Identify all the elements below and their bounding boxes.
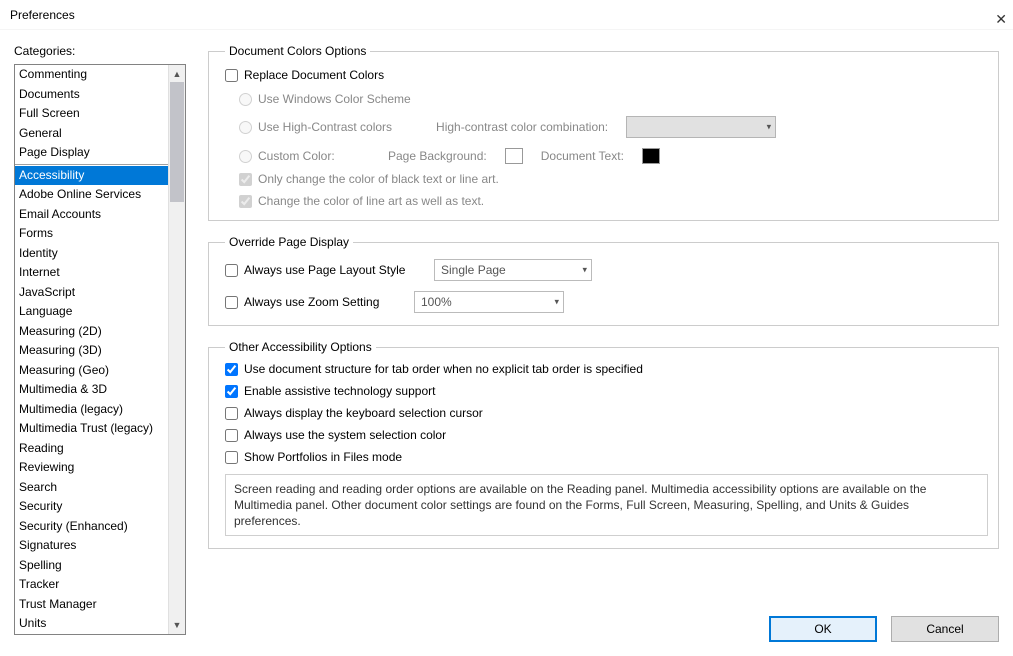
category-item[interactable]: Measuring (3D) [15,341,168,361]
category-item[interactable]: Reviewing [15,458,168,478]
preferences-dialog: Preferences ✕ Categories: CommentingDocu… [0,0,1013,656]
close-icon[interactable]: ✕ [995,4,1007,34]
use-windows-scheme-radio[interactable] [239,93,252,106]
dialog-body: Categories: CommentingDocumentsFull Scre… [0,30,1013,600]
scroll-down-icon[interactable]: ▼ [169,617,185,634]
category-item[interactable]: Adobe Online Services [15,185,168,205]
category-item[interactable]: Commenting [15,65,168,85]
use-high-contrast-radio[interactable] [239,121,252,134]
change-lineart-checkbox[interactable] [239,195,252,208]
replace-document-colors-label: Replace Document Colors [244,68,384,82]
use-doc-structure-checkbox[interactable] [225,363,238,376]
category-item[interactable]: Multimedia (legacy) [15,400,168,420]
category-item[interactable]: General [15,124,168,144]
chevron-down-icon: ▾ [767,122,772,133]
show-portfolios-label: Show Portfolios in Files mode [244,450,402,464]
show-portfolios-checkbox[interactable] [225,451,238,464]
category-item[interactable]: Tracker [15,575,168,595]
high-contrast-combo[interactable]: ▾ [626,116,776,138]
only-black-text-checkbox[interactable] [239,173,252,186]
enable-assistive-checkbox[interactable] [225,385,238,398]
categories-listbox-wrap: CommentingDocumentsFull ScreenGeneralPag… [14,64,186,635]
category-item[interactable]: Identity [15,244,168,264]
replace-document-colors-checkbox[interactable] [225,69,238,82]
use-windows-scheme-label: Use Windows Color Scheme [258,92,411,106]
category-separator [15,164,168,165]
use-high-contrast-label: Use High-Contrast colors [258,120,392,134]
custom-color-label: Custom Color: [258,149,348,163]
chevron-down-icon: ▾ [582,265,587,276]
category-item[interactable]: Reading [15,439,168,459]
category-item[interactable]: Multimedia & 3D [15,380,168,400]
enable-assistive-label: Enable assistive technology support [244,384,435,398]
category-item[interactable]: Measuring (2D) [15,322,168,342]
window-title: Preferences [10,8,75,22]
keyboard-cursor-checkbox[interactable] [225,407,238,420]
chevron-down-icon: ▾ [554,297,559,308]
document-text-swatch[interactable] [642,148,660,164]
titlebar: Preferences ✕ [0,0,1013,30]
category-item[interactable]: Units [15,614,168,634]
page-background-swatch[interactable] [505,148,523,164]
category-item[interactable]: JavaScript [15,283,168,303]
category-item[interactable]: Accessibility [15,166,168,186]
custom-color-radio[interactable] [239,150,252,163]
always-zoom-checkbox[interactable] [225,296,238,309]
use-doc-structure-label: Use document structure for tab order whe… [244,362,643,376]
other-legend: Other Accessibility Options [225,340,376,354]
system-selection-color-checkbox[interactable] [225,429,238,442]
scroll-thumb[interactable] [170,82,184,202]
always-layout-label: Always use Page Layout Style [244,263,434,277]
document-colors-group: Document Colors Options Replace Document… [208,44,999,221]
categories-listbox[interactable]: CommentingDocumentsFull ScreenGeneralPag… [15,65,168,634]
zoom-value: 100% [421,295,452,309]
dialog-footer: OK Cancel [769,616,999,642]
settings-panel: Document Colors Options Replace Document… [208,44,999,600]
page-background-label: Page Background: [388,149,487,163]
keyboard-cursor-label: Always display the keyboard selection cu… [244,406,483,420]
always-layout-checkbox[interactable] [225,264,238,277]
scroll-track[interactable] [169,82,185,617]
category-item[interactable]: Forms [15,224,168,244]
category-item[interactable]: Page Display [15,143,168,163]
ok-button[interactable]: OK [769,616,877,642]
category-item[interactable]: Internet [15,263,168,283]
override-legend: Override Page Display [225,235,353,249]
category-item[interactable]: Measuring (Geo) [15,361,168,381]
system-selection-color-label: Always use the system selection color [244,428,446,442]
high-contrast-combo-label: High-contrast color combination: [436,120,608,134]
category-item[interactable]: Security [15,497,168,517]
category-item[interactable]: Signatures [15,536,168,556]
only-black-text-label: Only change the color of black text or l… [258,172,499,186]
categories-panel: Categories: CommentingDocumentsFull Scre… [14,44,186,600]
scroll-up-icon[interactable]: ▲ [169,65,185,82]
document-colors-legend: Document Colors Options [225,44,370,58]
always-zoom-label: Always use Zoom Setting [244,295,414,309]
document-text-label: Document Text: [541,149,624,163]
category-item[interactable]: Spelling [15,556,168,576]
category-item[interactable]: Documents [15,85,168,105]
category-item[interactable]: Trust Manager [15,595,168,615]
zoom-combo[interactable]: 100% ▾ [414,291,564,313]
cancel-button[interactable]: Cancel [891,616,999,642]
other-accessibility-group: Other Accessibility Options Use document… [208,340,999,549]
page-layout-value: Single Page [441,263,506,277]
category-item[interactable]: Search [15,478,168,498]
scrollbar[interactable]: ▲ ▼ [168,65,185,634]
category-item[interactable]: Language [15,302,168,322]
categories-label: Categories: [14,44,186,58]
override-page-display-group: Override Page Display Always use Page La… [208,235,999,326]
change-lineart-label: Change the color of line art as well as … [258,194,484,208]
category-item[interactable]: Full Screen [15,104,168,124]
category-item[interactable]: Email Accounts [15,205,168,225]
category-item[interactable]: Multimedia Trust (legacy) [15,419,168,439]
page-layout-combo[interactable]: Single Page ▾ [434,259,592,281]
info-text: Screen reading and reading order options… [225,474,988,536]
category-item[interactable]: Security (Enhanced) [15,517,168,537]
